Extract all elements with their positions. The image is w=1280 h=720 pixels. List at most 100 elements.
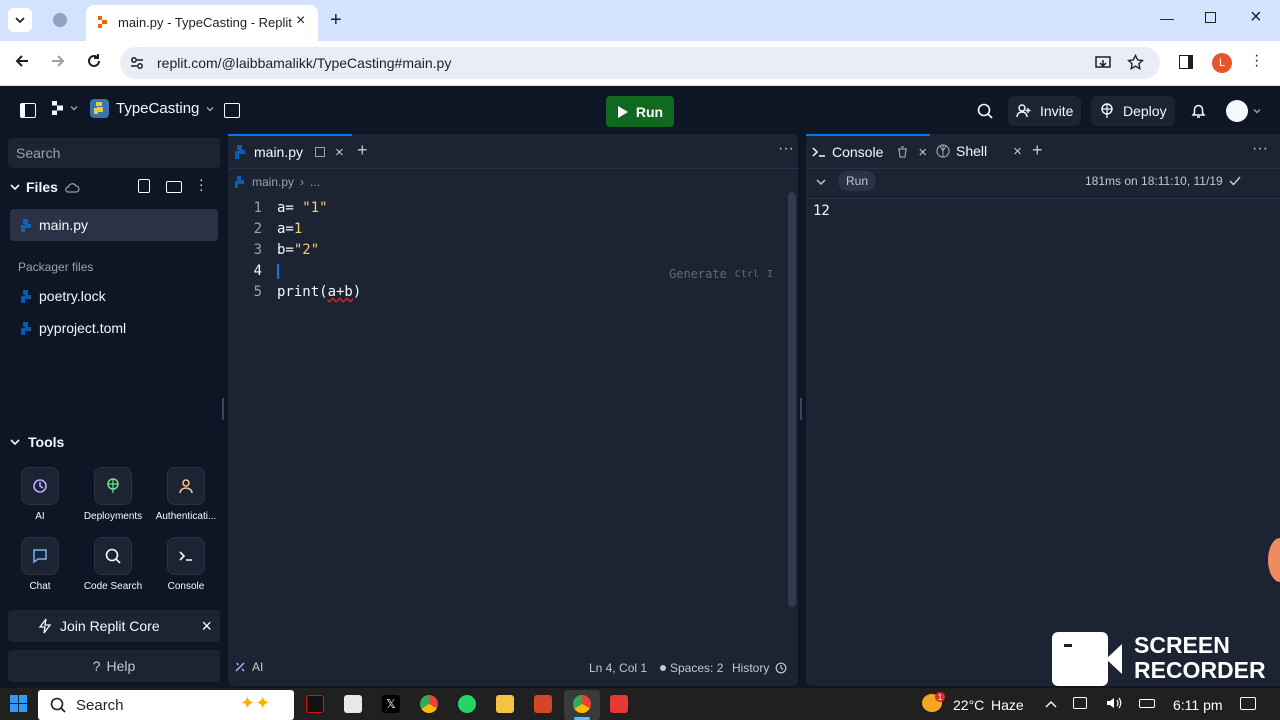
- breadcrumb-file[interactable]: main.py: [252, 175, 294, 189]
- new-folder-icon[interactable]: [166, 181, 182, 193]
- notifications-button[interactable]: [1191, 103, 1206, 119]
- windows-start-icon[interactable]: [10, 695, 27, 712]
- side-panel-icon[interactable]: [1179, 55, 1193, 69]
- tool-label: Chat: [29, 581, 51, 592]
- cursor-position[interactable]: Ln 4, Col 1: [589, 661, 647, 675]
- header-search-button[interactable]: [977, 103, 993, 119]
- tool-chat[interactable]: Chat: [5, 537, 75, 592]
- editor-scrollbar[interactable]: [788, 192, 796, 607]
- new-editor-tab-button[interactable]: +: [357, 140, 368, 161]
- tab-label: main.py: [254, 144, 304, 160]
- join-replit-core-banner[interactable]: Join Replit Core ×: [8, 610, 220, 642]
- run-chip[interactable]: Run: [838, 171, 877, 191]
- file-item-main-py[interactable]: main.py: [10, 209, 218, 241]
- file-explorer-icon[interactable]: [496, 695, 514, 713]
- python-file-icon: [235, 176, 244, 188]
- toggle-sidebar-icon[interactable]: [20, 103, 36, 118]
- new-file-icon[interactable]: [138, 179, 150, 193]
- close-tab-icon[interactable]: ×: [296, 12, 305, 30]
- recorder-app-icon[interactable]: [610, 695, 628, 713]
- taskbar-search[interactable]: Search ✦✦: [38, 690, 294, 720]
- files-more-icon[interactable]: · · ·: [199, 172, 204, 196]
- profile-avatar[interactable]: L: [1212, 53, 1232, 73]
- replit-menu-button[interactable]: [50, 100, 78, 116]
- account-menu[interactable]: [1226, 100, 1261, 122]
- deploy-button[interactable]: Deploy: [1091, 96, 1175, 126]
- chevron-down-icon[interactable]: [816, 177, 826, 187]
- tool-ai[interactable]: AI: [5, 467, 75, 522]
- ai-status-button[interactable]: AI: [234, 660, 263, 674]
- weather-condition[interactable]: Haze: [991, 697, 1024, 713]
- split-view-icon[interactable]: [315, 147, 326, 157]
- clock[interactable]: 6:11 pm: [1173, 697, 1223, 713]
- notification-center-icon[interactable]: [1240, 697, 1256, 710]
- spaces-label: Spaces: 2: [670, 661, 724, 675]
- chat-icon: [33, 549, 47, 564]
- sparkle-icon: ✦✦: [240, 693, 271, 713]
- network-icon[interactable]: [1073, 697, 1087, 709]
- restore-button[interactable]: [1205, 12, 1216, 23]
- inactive-tab-favicon[interactable]: [53, 13, 67, 27]
- address-bar[interactable]: replit.com/@laibbamalikk/TypeCasting#mai…: [120, 47, 1160, 79]
- tool-code-search[interactable]: Code Search: [78, 537, 148, 592]
- volume-icon[interactable]: [1106, 696, 1122, 710]
- console-more-icon[interactable]: ···: [1252, 140, 1268, 158]
- tool-authentication[interactable]: Authenticati...: [151, 467, 221, 522]
- python-file-icon: [235, 145, 245, 159]
- minimize-button[interactable]: —: [1160, 10, 1174, 26]
- whatsapp-app-icon[interactable]: [458, 695, 476, 713]
- shell-tab[interactable]: Shell ×: [936, 134, 1032, 168]
- new-tab-button[interactable]: +: [330, 9, 342, 32]
- site-settings-icon[interactable]: [130, 56, 144, 70]
- back-button[interactable]: [14, 53, 30, 69]
- new-console-tab-button[interactable]: +: [1032, 140, 1043, 161]
- forward-button[interactable]: [50, 53, 66, 69]
- temperature[interactable]: 22°C: [953, 697, 984, 713]
- chevron-up-icon[interactable]: [1045, 700, 1057, 708]
- console-tab[interactable]: Console ×: [806, 134, 930, 168]
- browser-menu-icon[interactable]: · · ·: [1254, 48, 1259, 74]
- active-browser-tab[interactable]: main.py - TypeCasting - Replit ×: [86, 5, 318, 41]
- popcorn-app-icon[interactable]: [344, 695, 362, 713]
- active-chrome-taskbar-item[interactable]: [564, 690, 600, 720]
- x-app-icon[interactable]: 𝕏: [382, 695, 400, 713]
- reload-button[interactable]: [86, 53, 102, 69]
- trash-icon[interactable]: [897, 146, 908, 158]
- sidebar-resize-handle[interactable]: [222, 398, 224, 420]
- close-tab-icon[interactable]: ×: [335, 144, 344, 161]
- editor-tab-main-py[interactable]: main.py ×: [228, 134, 352, 168]
- tool-console[interactable]: Console: [151, 537, 221, 592]
- battery-icon[interactable]: [1139, 699, 1155, 708]
- bookmark-star-icon[interactable]: [1127, 54, 1144, 71]
- tab-label: Shell: [956, 143, 988, 159]
- pane-resize-handle[interactable]: [800, 398, 802, 420]
- repl-info-icon[interactable]: [224, 103, 240, 118]
- tab-title: main.py - TypeCasting - Replit: [118, 15, 292, 30]
- chrome-app-icon[interactable]: [420, 695, 438, 713]
- close-tab-icon[interactable]: ×: [1013, 143, 1022, 160]
- install-app-icon[interactable]: [1095, 55, 1111, 71]
- files-section-header[interactable]: Files: [10, 179, 80, 195]
- history-button[interactable]: History: [732, 661, 787, 675]
- close-tab-icon[interactable]: ×: [918, 144, 927, 161]
- tools-section-header[interactable]: Tools: [10, 434, 64, 450]
- repl-name-button[interactable]: TypeCasting: [90, 99, 214, 118]
- breadcrumb-more[interactable]: ...: [310, 175, 320, 189]
- powerpoint-app-icon[interactable]: [534, 695, 552, 713]
- tab-search-button[interactable]: [8, 8, 32, 32]
- invite-button[interactable]: Invite: [1008, 96, 1082, 126]
- history-label: History: [732, 661, 770, 675]
- run-button[interactable]: Run: [606, 96, 674, 127]
- close-banner-icon[interactable]: ×: [201, 616, 212, 637]
- help-button[interactable]: ? Help: [8, 650, 220, 682]
- join-label: Join Replit Core: [60, 618, 160, 634]
- tool-deployments[interactable]: Deployments: [78, 467, 148, 522]
- file-search-input[interactable]: Search: [8, 138, 220, 168]
- indentation-setting[interactable]: Spaces: 2: [660, 661, 723, 675]
- generate-hint[interactable]: Generate Ctrl I: [669, 264, 773, 285]
- file-item-poetry-lock[interactable]: poetry.lock: [20, 288, 106, 304]
- file-item-pyproject-toml[interactable]: pyproject.toml: [20, 320, 126, 336]
- editor-more-icon[interactable]: ···: [778, 140, 794, 158]
- netflix-app-icon[interactable]: [306, 695, 324, 713]
- close-window-button[interactable]: ×: [1250, 6, 1262, 29]
